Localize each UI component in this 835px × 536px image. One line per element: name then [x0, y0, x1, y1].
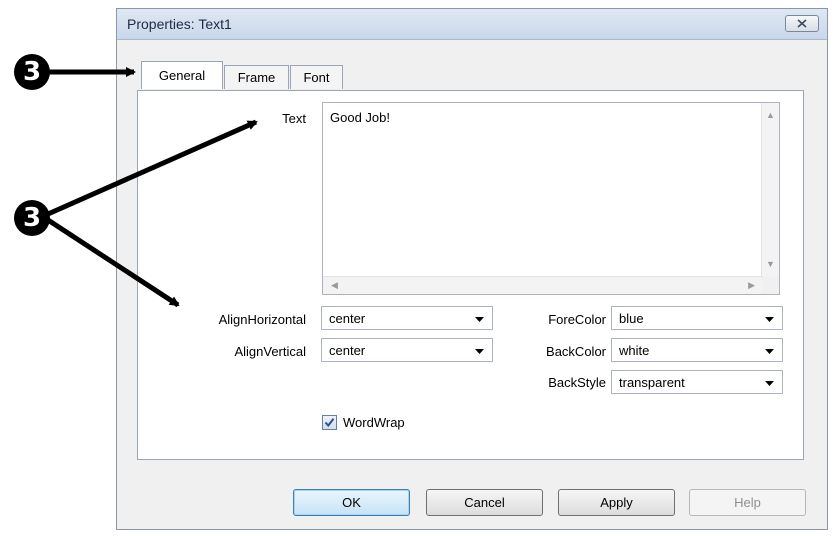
tab-general[interactable]: General: [141, 61, 223, 89]
arrow-to-align-horizontal: [46, 217, 180, 308]
callout-arrows: [46, 67, 258, 308]
arrow-to-text-field: [46, 119, 258, 217]
callout-marker: 3: [14, 54, 50, 90]
tab-general-label: General: [158, 68, 206, 83]
callout-marker: 3: [14, 200, 50, 236]
